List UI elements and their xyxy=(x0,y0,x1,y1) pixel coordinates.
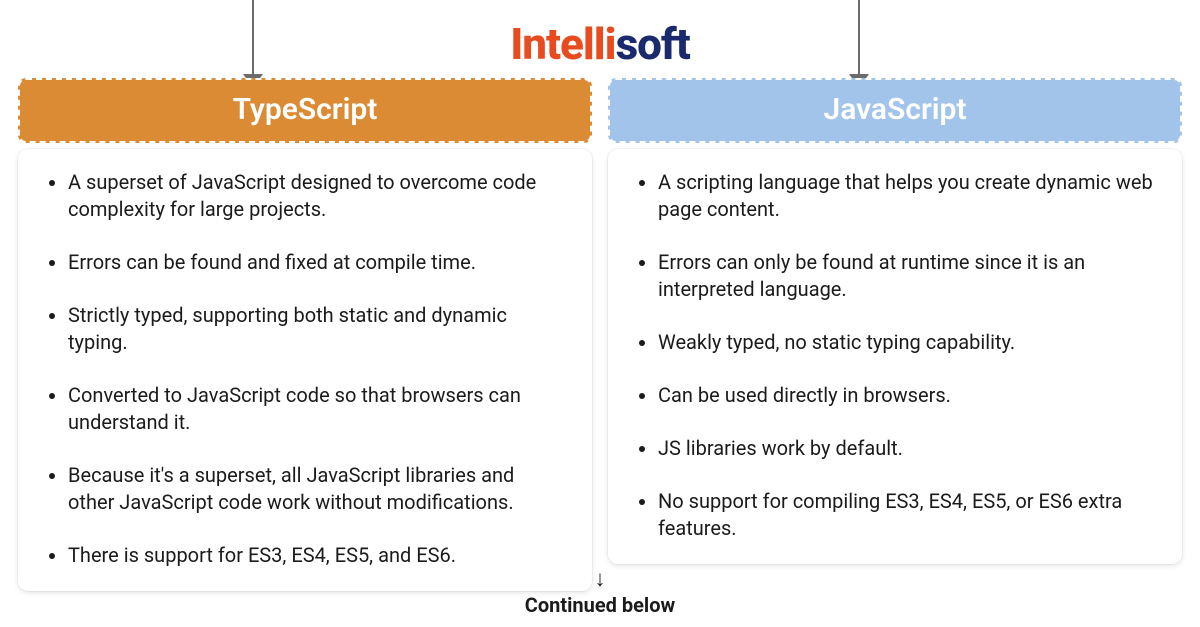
list-item: Errors can only be found at runtime sinc… xyxy=(658,249,1154,303)
list-item: JS libraries work by default. xyxy=(658,435,1154,462)
list-item: Weakly typed, no static typing capabilit… xyxy=(658,329,1154,356)
brand-logo: Intellisoft xyxy=(510,18,690,70)
continued-below: ↓ Continued below xyxy=(525,569,675,617)
list-item: No support for compiling ES3, ES4, ES5, … xyxy=(658,488,1154,542)
column-card-typescript: A superset of JavaScript designed to ove… xyxy=(18,149,592,591)
list-item: Errors can be found and fixed at compile… xyxy=(68,249,564,276)
column-card-javascript: A scripting language that helps you crea… xyxy=(608,149,1182,564)
hanger-pin-icon xyxy=(858,0,860,78)
list-item: Strictly typed, supporting both static a… xyxy=(68,302,564,356)
column-typescript: TypeScript A superset of JavaScript desi… xyxy=(18,78,592,591)
logo-part-2: soft xyxy=(616,18,690,70)
column-header-javascript: JavaScript xyxy=(608,78,1182,143)
list-item: A superset of JavaScript designed to ove… xyxy=(68,169,564,223)
column-javascript: JavaScript A scripting language that hel… xyxy=(608,78,1182,591)
column-title: JavaScript xyxy=(823,92,966,127)
logo-part-1: Intelli xyxy=(510,18,615,70)
hanger-pin-icon xyxy=(252,0,254,78)
continued-label: Continued below xyxy=(525,593,675,617)
list-item: Because it's a superset, all JavaScript … xyxy=(68,462,564,516)
column-header-typescript: TypeScript xyxy=(18,78,592,143)
column-title: TypeScript xyxy=(233,92,378,127)
list-item: A scripting language that helps you crea… xyxy=(658,169,1154,223)
list-item: Converted to JavaScript code so that bro… xyxy=(68,382,564,436)
arrow-down-icon: ↓ xyxy=(525,569,675,591)
comparison-columns: TypeScript A superset of JavaScript desi… xyxy=(18,78,1182,591)
list-item: There is support for ES3, ES4, ES5, and … xyxy=(68,542,564,569)
list-item: Can be used directly in browsers. xyxy=(658,382,1154,409)
